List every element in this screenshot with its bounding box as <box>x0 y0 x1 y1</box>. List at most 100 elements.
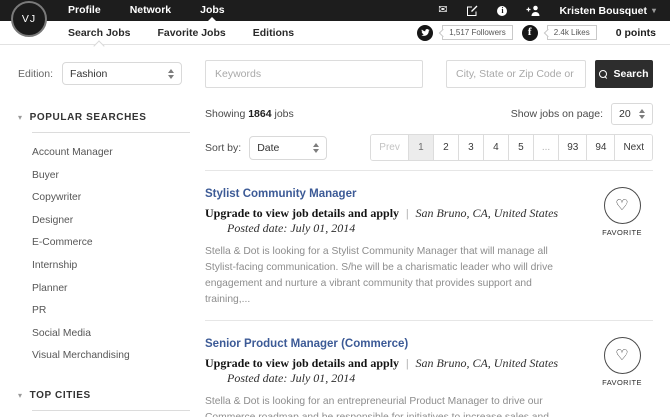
tab-favorite-jobs[interactable]: Favorite Jobs <box>157 21 225 45</box>
popular-search-link[interactable]: Visual Merchandising <box>32 350 130 361</box>
list-item: Copywriter <box>32 187 205 205</box>
popular-search-link[interactable]: Designer <box>32 215 73 226</box>
search-button[interactable]: Search <box>595 60 653 88</box>
keywords-input[interactable] <box>205 60 423 88</box>
pagination-prev[interactable]: Prev <box>371 135 408 160</box>
popular-search-link[interactable]: E-Commerce <box>32 237 93 248</box>
popular-search-link[interactable]: Buyer <box>32 170 59 181</box>
pagination-page-94[interactable]: 94 <box>586 135 614 160</box>
list-item: E-Commerce <box>32 232 205 250</box>
pagination-page-93[interactable]: 93 <box>558 135 586 160</box>
jobs-count: 1864 <box>248 108 271 120</box>
sort-label: Sort by: <box>205 142 241 154</box>
list-item: Social Media <box>32 323 205 341</box>
collapse-caret-icon: ▾ <box>18 113 23 122</box>
search-button-label: Search <box>613 68 648 80</box>
popular-searches-title: POPULAR SEARCHES <box>30 112 147 123</box>
page-content: Edition: Fashion ▾ POPULAR SEARCHES Acco… <box>0 45 670 417</box>
popular-searches-list: Account Manager Buyer Copywriter Designe… <box>32 142 205 363</box>
chevron-down-icon: ▾ <box>652 6 656 15</box>
facebook-icon[interactable]: f <box>522 25 538 41</box>
add-user-icon[interactable] <box>526 5 540 16</box>
job-description: Stella & Dot is looking for a Stylist Co… <box>205 244 577 308</box>
info-icon[interactable]: i <box>497 6 507 16</box>
list-item: Visual Merchandising <box>32 345 205 363</box>
meta-divider: | <box>406 206 408 220</box>
pagination-page-3[interactable]: 3 <box>458 135 483 160</box>
favorite-button[interactable]: ♡ <box>604 337 641 374</box>
job-title-link[interactable]: Stylist Community Manager <box>205 188 356 200</box>
job-details: Senior Product Manager (Commerce) Upgrad… <box>205 334 591 417</box>
jobs-subnav: Search Jobs Favorite Jobs Editions <box>68 21 294 45</box>
popular-search-link[interactable]: Copywriter <box>32 192 81 203</box>
location-input[interactable] <box>446 60 586 88</box>
list-item: Buyer <box>32 165 205 183</box>
edition-label: Edition: <box>18 68 53 80</box>
followers-badge: 1,517 Followers <box>442 25 512 40</box>
twitter-icon[interactable] <box>417 25 433 41</box>
pagination-next[interactable]: Next <box>614 135 652 160</box>
list-item: Account Manager <box>32 142 205 160</box>
edition-value: Fashion <box>70 68 107 80</box>
pagination: Prev 1 2 3 4 5 ... 93 94 Next <box>370 134 653 161</box>
list-item: Internship <box>32 255 205 273</box>
favorite-control: ♡ FAVORITE <box>591 334 653 417</box>
pagination-page-2[interactable]: 2 <box>433 135 458 160</box>
showing-prefix: Showing <box>205 108 245 120</box>
job-meta-line: Upgrade to view job details and apply | … <box>205 206 577 236</box>
nav-item-network[interactable]: Network <box>130 0 171 21</box>
per-page-value: 20 <box>619 108 631 120</box>
tab-editions[interactable]: Editions <box>253 21 294 45</box>
nav-item-profile[interactable]: Profile <box>68 0 101 21</box>
top-bar: VJ Profile Network Jobs ✉ i Kristen Bous… <box>0 0 670 21</box>
mail-icon[interactable]: ✉ <box>438 5 447 16</box>
list-item: Designer <box>32 210 205 228</box>
job-details: Stylist Community Manager Upgrade to vie… <box>205 184 591 308</box>
pagination-ellipsis: ... <box>533 135 558 160</box>
pagination-page-5[interactable]: 5 <box>508 135 533 160</box>
likes-badge: 2.4k Likes <box>547 25 597 40</box>
favorite-label: FAVORITE <box>602 378 642 387</box>
heart-icon: ♡ <box>615 198 628 213</box>
list-item: PR <box>32 300 205 318</box>
per-page-select[interactable]: 20 <box>611 103 653 125</box>
sort-select[interactable]: Date <box>249 136 327 160</box>
popular-search-link[interactable]: Internship <box>32 260 77 271</box>
brand-logo[interactable]: VJ <box>11 1 47 37</box>
popular-searches-header[interactable]: ▾ POPULAR SEARCHES <box>18 112 205 123</box>
upgrade-text: Upgrade to view job details and apply <box>205 356 399 370</box>
select-arrows-icon <box>313 143 319 153</box>
list-item: Planner <box>32 278 205 296</box>
pagination-page-4[interactable]: 4 <box>483 135 508 160</box>
sort-pagination-row: Sort by: Date Prev 1 2 3 4 5 ... 93 94 N… <box>205 134 653 161</box>
pagination-page-1[interactable]: 1 <box>408 135 433 160</box>
job-location: San Bruno, CA, United States <box>415 206 558 220</box>
edition-select[interactable]: Fashion <box>62 62 182 85</box>
top-cities-header[interactable]: ▾ TOP CITIES <box>18 390 205 401</box>
job-listing: Senior Product Manager (Commerce) Upgrad… <box>205 320 653 417</box>
upgrade-text: Upgrade to view job details and apply <box>205 206 399 220</box>
tab-search-jobs[interactable]: Search Jobs <box>68 21 130 45</box>
popular-search-link[interactable]: Planner <box>32 283 68 294</box>
job-description: Stella & Dot is looking for an entrepren… <box>205 394 577 417</box>
topbar-actions: ✉ i Kristen Bousquet ▾ <box>438 5 670 17</box>
select-arrows-icon <box>168 69 174 79</box>
meta-divider: | <box>406 356 408 370</box>
compose-icon[interactable] <box>466 5 478 17</box>
nav-item-jobs[interactable]: Jobs <box>200 0 225 21</box>
favorite-button[interactable]: ♡ <box>604 187 641 224</box>
favorite-control: ♡ FAVORITE <box>591 184 653 308</box>
user-name: Kristen Bousquet <box>559 5 647 17</box>
popular-search-link[interactable]: Account Manager <box>32 147 113 158</box>
job-title-link[interactable]: Senior Product Manager (Commerce) <box>205 338 408 350</box>
top-cities-title: TOP CITIES <box>30 390 91 401</box>
points-counter: 0 points <box>616 27 656 39</box>
user-menu[interactable]: Kristen Bousquet ▾ <box>559 5 656 17</box>
popular-search-link[interactable]: Social Media <box>32 328 91 339</box>
collapse-caret-icon: ▾ <box>18 391 23 400</box>
popular-search-link[interactable]: PR <box>32 305 46 316</box>
job-listing: Stylist Community Manager Upgrade to vie… <box>205 170 653 320</box>
results-count: Showing 1864 jobs <box>205 108 294 120</box>
job-posted-date: Posted date: July 01, 2014 <box>227 221 355 235</box>
sidebar: Edition: Fashion ▾ POPULAR SEARCHES Acco… <box>0 45 205 417</box>
